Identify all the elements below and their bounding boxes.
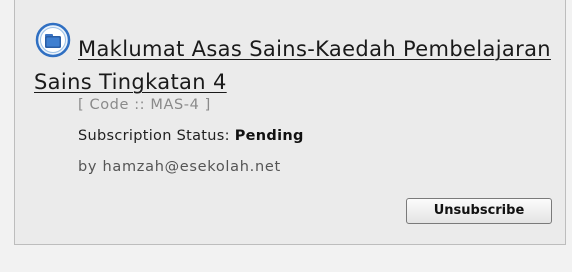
- subscription-status: Subscription Status: Pending: [78, 128, 304, 144]
- course-code: [ Code :: MAS-4 ]: [78, 97, 211, 113]
- course-title-link[interactable]: Maklumat Asas Sains-Kaedah Pembelajaran …: [34, 33, 554, 99]
- status-label: Subscription Status:: [78, 128, 230, 144]
- course-author: by hamzah@esekolah.net: [78, 159, 281, 175]
- subscription-panel: Maklumat Asas Sains-Kaedah Pembelajaran …: [14, 0, 566, 245]
- status-value: Pending: [234, 128, 304, 144]
- unsubscribe-button[interactable]: Unsubscribe: [406, 198, 552, 224]
